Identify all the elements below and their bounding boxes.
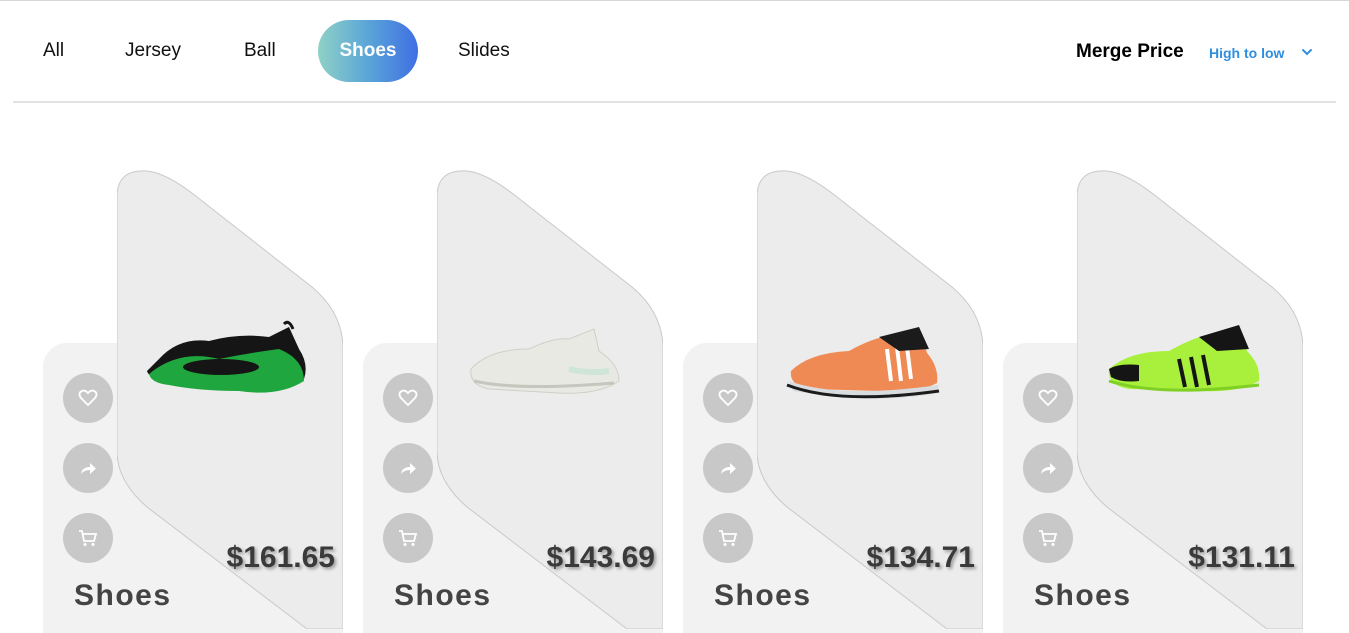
product-category: Shoes [74,579,172,612]
chevron-down-icon[interactable] [1300,45,1314,59]
sort-label: Merge Price [1076,41,1184,62]
white-basketball-shoe-image [470,328,620,394]
share-button[interactable] [1023,443,1073,493]
product-card[interactable]: $131.11 Shoes [1003,169,1303,633]
heart-icon [718,389,738,407]
product-price: $143.69 [546,541,655,574]
heart-icon [398,389,418,407]
product-category: Shoes [1034,579,1132,612]
tab-shoes[interactable]: Shoes [318,20,418,82]
product-category: Shoes [394,579,492,612]
heart-icon [78,389,98,407]
cart-icon [399,530,418,546]
tab-slides[interactable]: Slides [458,20,510,82]
product-price: $131.11 [1188,541,1295,574]
favorite-button[interactable] [703,373,753,423]
product-card[interactable]: $143.69 Shoes [363,169,663,633]
share-icon [401,463,416,474]
add-to-cart-button[interactable] [63,513,113,563]
sort-select[interactable]: High to low [1209,45,1284,61]
product-category: Shoes [714,579,812,612]
product-card[interactable]: $161.65 Shoes [43,169,343,633]
tab-all[interactable]: All [43,20,64,82]
share-icon [1041,463,1056,474]
share-icon [81,463,96,474]
share-icon [721,463,736,474]
cart-icon [719,530,738,546]
share-button[interactable] [703,443,753,493]
add-to-cart-button[interactable] [383,513,433,563]
orange-basketball-shoe-image [786,327,940,399]
favorite-button[interactable] [63,373,113,423]
share-button[interactable] [383,443,433,493]
tab-jersey[interactable]: Jersey [125,20,181,82]
lime-green-basketball-shoe-image [1108,325,1260,392]
share-button[interactable] [63,443,113,493]
product-price: $161.65 [226,541,335,574]
cart-icon [1039,530,1058,546]
favorite-button[interactable] [1023,373,1073,423]
divider [13,101,1336,103]
product-price: $134.71 [866,541,975,574]
add-to-cart-button[interactable] [703,513,753,563]
product-card[interactable]: $134.71 Shoes [683,169,983,633]
heart-icon [1038,389,1058,407]
green-black-basketball-shoe-image [147,320,306,393]
category-bar: All Jersey Ball Shoes Slides Merge Price… [0,1,1349,102]
add-to-cart-button[interactable] [1023,513,1073,563]
cart-icon [79,530,98,546]
favorite-button[interactable] [383,373,433,423]
tab-ball[interactable]: Ball [244,20,276,82]
